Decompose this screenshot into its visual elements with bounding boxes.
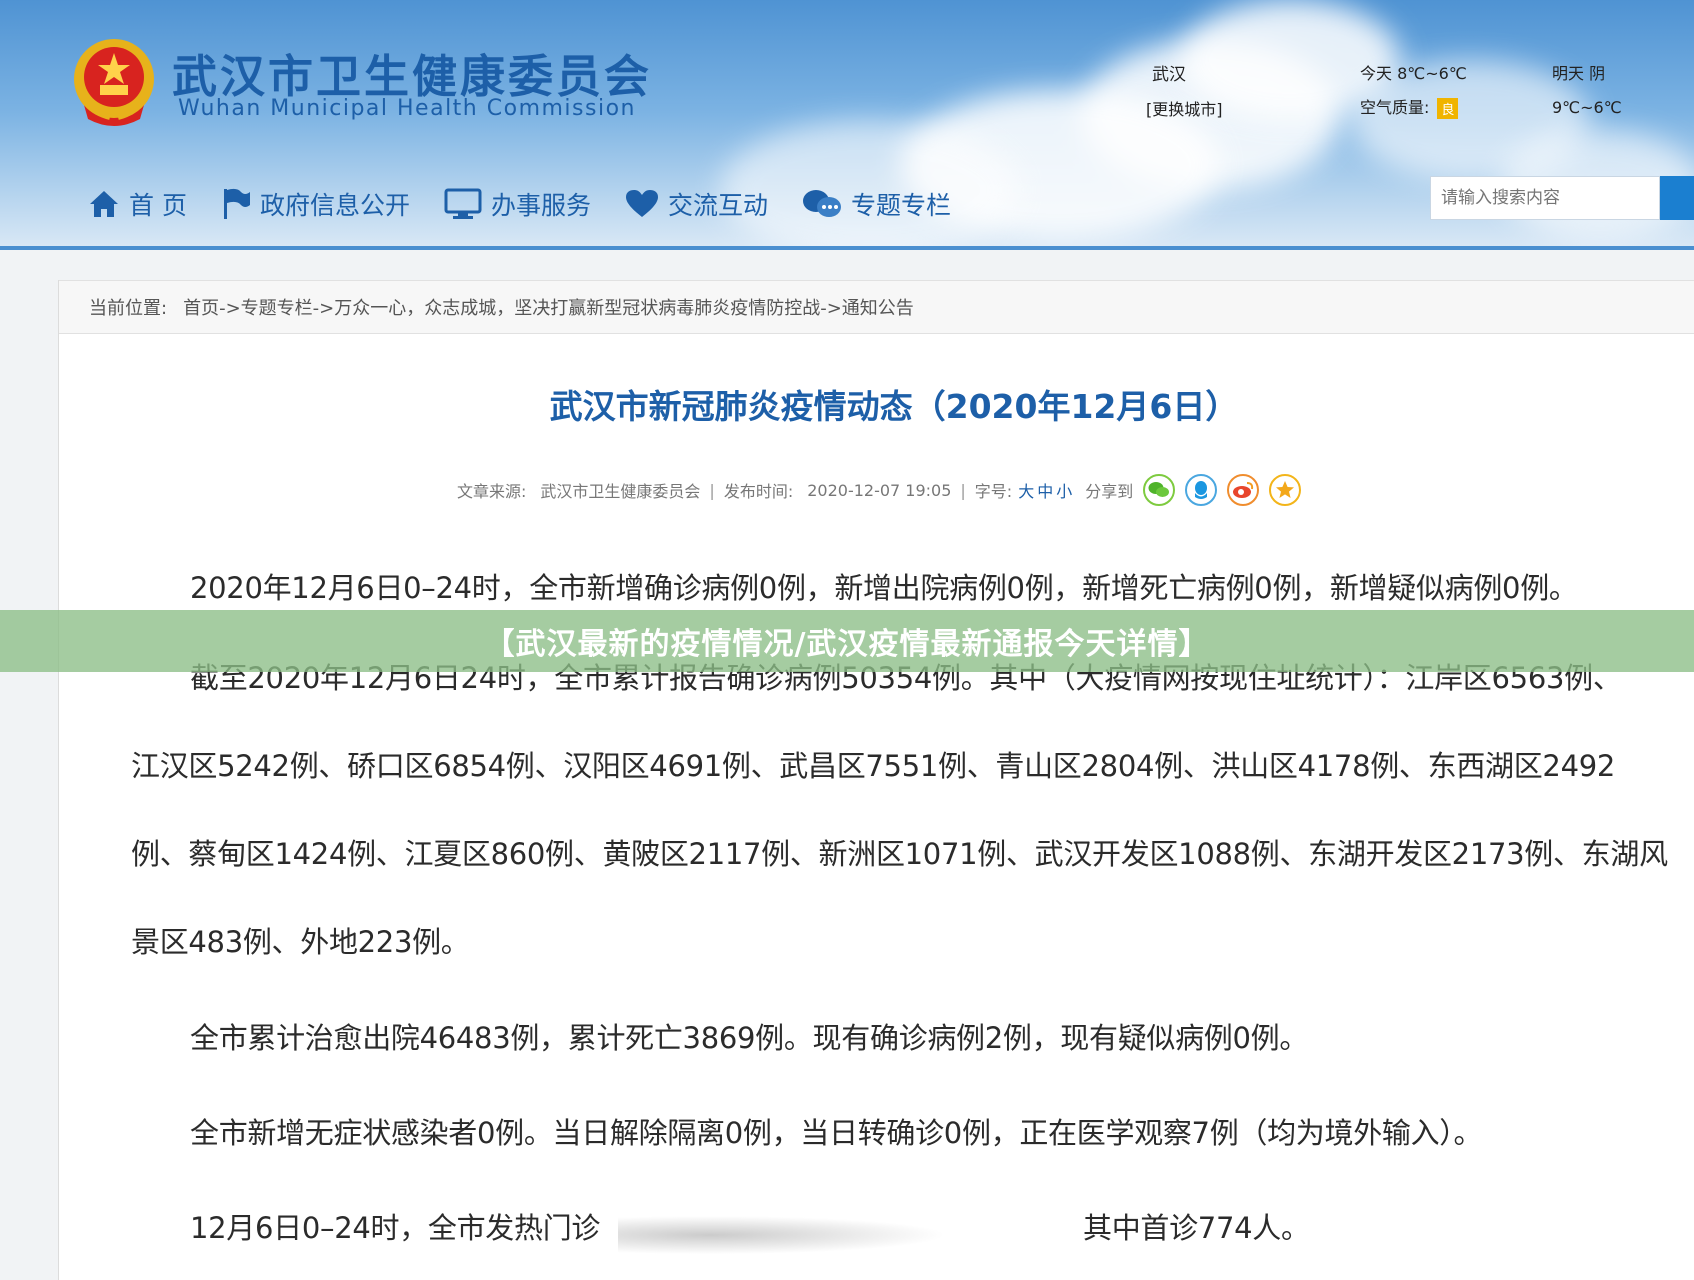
font-size-controls: 大中小: [1018, 478, 1075, 502]
font-size-small-button[interactable]: 小: [1056, 482, 1075, 501]
time-label: 发布时间:: [723, 482, 794, 501]
header-divider: [0, 246, 1694, 250]
article-title: 武汉市新冠肺炎疫情动态（2020年12月6日）: [549, 387, 1239, 426]
tomorrow-temp: 9℃~6℃: [1552, 98, 1622, 117]
article-paragraph: 2020年12月6日0–24时，全市新增确诊病例0例，新增出院病例0例，新增死亡…: [190, 571, 1578, 605]
font-size-medium-button[interactable]: 中: [1037, 482, 1056, 501]
nav-label: 办事服务: [490, 191, 591, 220]
redaction-blur: [618, 1205, 1078, 1265]
air-quality-label: 空气质量:: [1360, 98, 1430, 117]
overlay-banner: 【武汉最新的疫情情况/武汉疫情最新通报今天详情】: [0, 610, 1694, 672]
main-nav: 首 页 政府信息公开 办事服务 交流互动 专题专栏: [88, 182, 985, 226]
article-paragraph: 全市新增无症状感染者0例。当日解除隔离0例，当日转确诊0例，正在医学观察7例（均…: [190, 1116, 1483, 1150]
font-size-large-button[interactable]: 大: [1018, 482, 1037, 501]
article-paragraph: 全市累计治愈出院46483例，累计死亡3869例。现有确诊病例2例，现有疑似病例…: [190, 1021, 1309, 1055]
font-size-label: 字号:: [974, 482, 1013, 501]
nav-label: 政府信息公开: [259, 191, 410, 220]
monitor-icon: [444, 188, 482, 220]
article-paragraph: 景区483例、外地223例。: [131, 925, 470, 959]
breadcrumb: 当前位置: 首页->专题专栏->万众一心，众志成城，坚决打赢新型冠状病毒肺炎疫情…: [59, 280, 1694, 334]
search-input[interactable]: [1430, 176, 1660, 220]
nav-label: 专题专栏: [851, 191, 952, 220]
nav-item-services[interactable]: 办事服务: [444, 186, 591, 222]
article-paragraph: 12月6日0–24时，全市发热门诊: [190, 1211, 601, 1245]
site-header: 武汉市卫生健康委员会 Wuhan Municipal Health Commis…: [0, 0, 1694, 250]
source-label: 文章来源:: [457, 482, 527, 501]
source-value: 武汉市卫生健康委员会: [540, 482, 701, 501]
search-button[interactable]: [1660, 176, 1694, 220]
nav-item-gov-info[interactable]: 政府信息公开: [221, 186, 410, 222]
article-paragraph: 其中首诊774人。: [1083, 1211, 1310, 1245]
share-label: 分享到: [1085, 482, 1134, 501]
wechat-icon[interactable]: [1143, 474, 1176, 506]
nav-item-home[interactable]: 首 页: [88, 186, 187, 222]
change-city-link[interactable]: [更换城市]: [1146, 96, 1223, 120]
city-name: 武汉: [1152, 65, 1186, 85]
favorite-icon[interactable]: [1269, 474, 1302, 506]
time-value: 2020-12-07 19:05: [807, 480, 952, 500]
breadcrumb-path[interactable]: 首页->专题专栏->万众一心，众志成城，坚决打赢新型冠状病毒肺炎疫情防控战->通…: [183, 294, 914, 320]
chat-bubbles-icon: [802, 188, 842, 220]
site-title-en: Wuhan Municipal Health Commission: [178, 96, 636, 121]
nav-label: 交流互动: [667, 191, 768, 220]
article-paragraph: 例、蔡甸区1424例、江夏区860例、黄陂区2117例、新洲区1071例、武汉开…: [131, 837, 1668, 871]
nav-item-interaction[interactable]: 交流互动: [625, 186, 768, 222]
breadcrumb-label: 当前位置:: [89, 298, 168, 319]
flag-icon: [221, 187, 251, 221]
air-quality-badge: 良: [1437, 98, 1459, 119]
heart-icon: [625, 189, 659, 219]
qq-icon[interactable]: [1185, 474, 1218, 506]
tomorrow-weather: 明天 阴: [1552, 64, 1606, 83]
meta-separator: |: [709, 480, 715, 500]
national-emblem-logo[interactable]: [70, 35, 158, 127]
air-quality: 空气质量: 良: [1360, 94, 1459, 119]
article-paragraph: 江汉区5242例、硚口区6854例、汉阳区4691例、武昌区7551例、青山区2…: [131, 749, 1616, 783]
nav-label: 首 页: [129, 191, 187, 220]
article-panel: 当前位置: 首页->专题专栏->万众一心，众志成城，坚决打赢新型冠状病毒肺炎疫情…: [58, 280, 1694, 1280]
nav-item-special-topics[interactable]: 专题专栏: [802, 186, 951, 222]
home-icon: [88, 189, 120, 219]
article-meta: 文章来源: 武汉市卫生健康委员会 | 发布时间: 2020-12-07 19:0…: [457, 474, 1302, 506]
weibo-icon[interactable]: [1227, 474, 1260, 506]
today-weather: 今天 8℃~6℃: [1360, 64, 1467, 83]
meta-separator: |: [960, 480, 966, 500]
